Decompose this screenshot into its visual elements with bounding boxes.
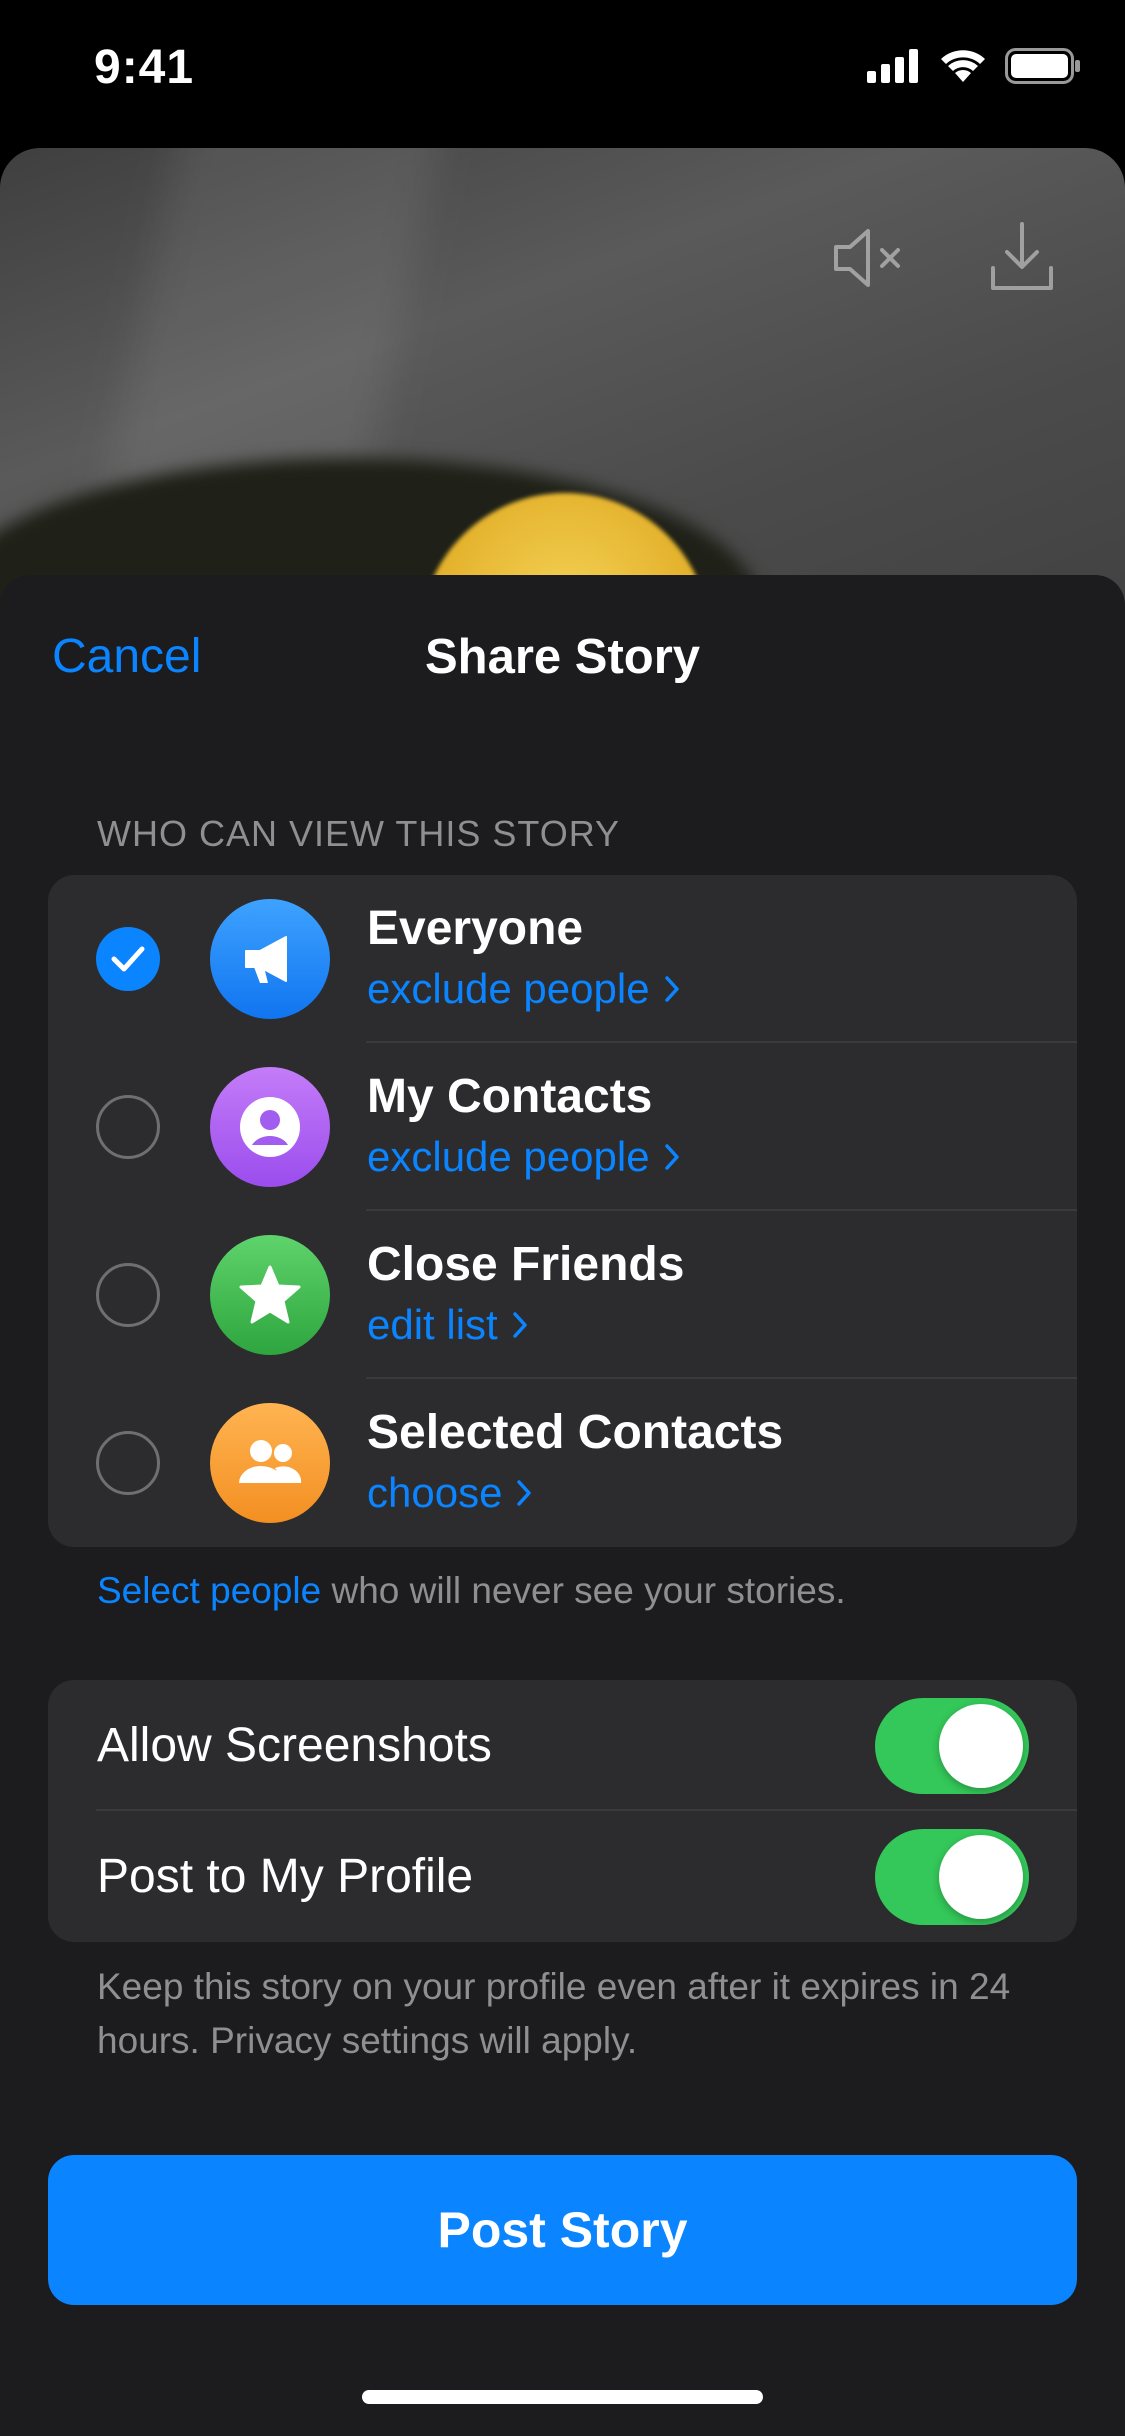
excluded-people-text: who will never see your stories. bbox=[321, 1570, 846, 1611]
cellular-signal-icon bbox=[867, 49, 918, 83]
select-people-link[interactable]: Select people bbox=[97, 1570, 321, 1611]
person-icon bbox=[210, 1067, 330, 1187]
checkmark-icon bbox=[111, 946, 145, 972]
option-title: Everyone bbox=[367, 902, 584, 955]
option-action-label: exclude people bbox=[367, 1133, 650, 1180]
speaker-mute-icon bbox=[834, 229, 900, 287]
choose-link[interactable]: choose bbox=[367, 1469, 532, 1517]
option-title: Close Friends bbox=[367, 1238, 685, 1291]
radio-selected[interactable] bbox=[96, 927, 160, 991]
chevron-right-icon bbox=[664, 976, 679, 1002]
edit-list-link[interactable]: edit list bbox=[367, 1301, 528, 1349]
allow-screenshots-toggle[interactable] bbox=[875, 1698, 1029, 1794]
post-to-profile-toggle[interactable] bbox=[875, 1829, 1029, 1925]
download-button[interactable] bbox=[982, 218, 1062, 298]
status-icons bbox=[867, 48, 1081, 84]
chevron-right-icon bbox=[517, 1480, 532, 1506]
megaphone-icon bbox=[210, 899, 330, 1019]
exclude-people-link[interactable]: exclude people bbox=[367, 1133, 680, 1181]
audience-list: Everyone exclude people My Contacts excl… bbox=[48, 875, 1077, 1547]
sheet-title: Share Story bbox=[424, 630, 701, 684]
chevron-right-icon bbox=[512, 1312, 527, 1338]
radio-unselected[interactable] bbox=[96, 1095, 160, 1159]
sheet-header: Cancel Share Story bbox=[0, 575, 1125, 735]
post-to-profile-row: Post to My Profile bbox=[48, 1811, 1077, 1942]
toggle-knob bbox=[939, 1704, 1023, 1788]
audience-option-close-friends[interactable]: Close Friends edit list bbox=[48, 1211, 1077, 1379]
toggle-label: Allow Screenshots bbox=[97, 1719, 492, 1772]
status-bar: 9:41 bbox=[0, 0, 1125, 140]
excluded-people-note: Select people who will never see your st… bbox=[97, 1570, 846, 1612]
status-time: 9:41 bbox=[94, 41, 195, 94]
share-story-sheet: Cancel Share Story WHO CAN VIEW THIS STO… bbox=[0, 575, 1125, 2436]
option-action-label: edit list bbox=[367, 1301, 498, 1348]
radio-unselected[interactable] bbox=[96, 1431, 160, 1495]
audience-option-my-contacts[interactable]: My Contacts exclude people bbox=[48, 1043, 1077, 1211]
post-story-button[interactable]: Post Story bbox=[48, 2155, 1077, 2305]
people-icon bbox=[210, 1403, 330, 1523]
option-action-label: exclude people bbox=[367, 965, 650, 1012]
toggle-label: Post to My Profile bbox=[97, 1850, 474, 1903]
battery-icon bbox=[1005, 48, 1080, 84]
option-title: My Contacts bbox=[367, 1070, 653, 1123]
toggle-knob bbox=[939, 1835, 1023, 1919]
home-indicator bbox=[362, 2390, 763, 2404]
chevron-right-icon bbox=[664, 1144, 679, 1170]
profile-note: Keep this story on your profile even aft… bbox=[97, 1966, 1011, 2061]
exclude-people-link[interactable]: exclude people bbox=[367, 965, 680, 1013]
wifi-icon bbox=[941, 50, 985, 82]
audience-option-everyone[interactable]: Everyone exclude people bbox=[48, 875, 1077, 1043]
star-icon bbox=[210, 1235, 330, 1355]
allow-screenshots-row: Allow Screenshots bbox=[48, 1680, 1077, 1811]
option-title: Selected Contacts bbox=[367, 1406, 784, 1459]
download-icon bbox=[991, 222, 1053, 290]
mute-button[interactable] bbox=[830, 218, 910, 298]
section-header: WHO CAN VIEW THIS STORY bbox=[97, 813, 621, 854]
option-action-label: choose bbox=[367, 1469, 503, 1516]
toggle-settings: Allow Screenshots Post to My Profile bbox=[48, 1680, 1077, 1942]
audience-option-selected-contacts[interactable]: Selected Contacts choose bbox=[48, 1379, 1077, 1547]
radio-unselected[interactable] bbox=[96, 1263, 160, 1327]
